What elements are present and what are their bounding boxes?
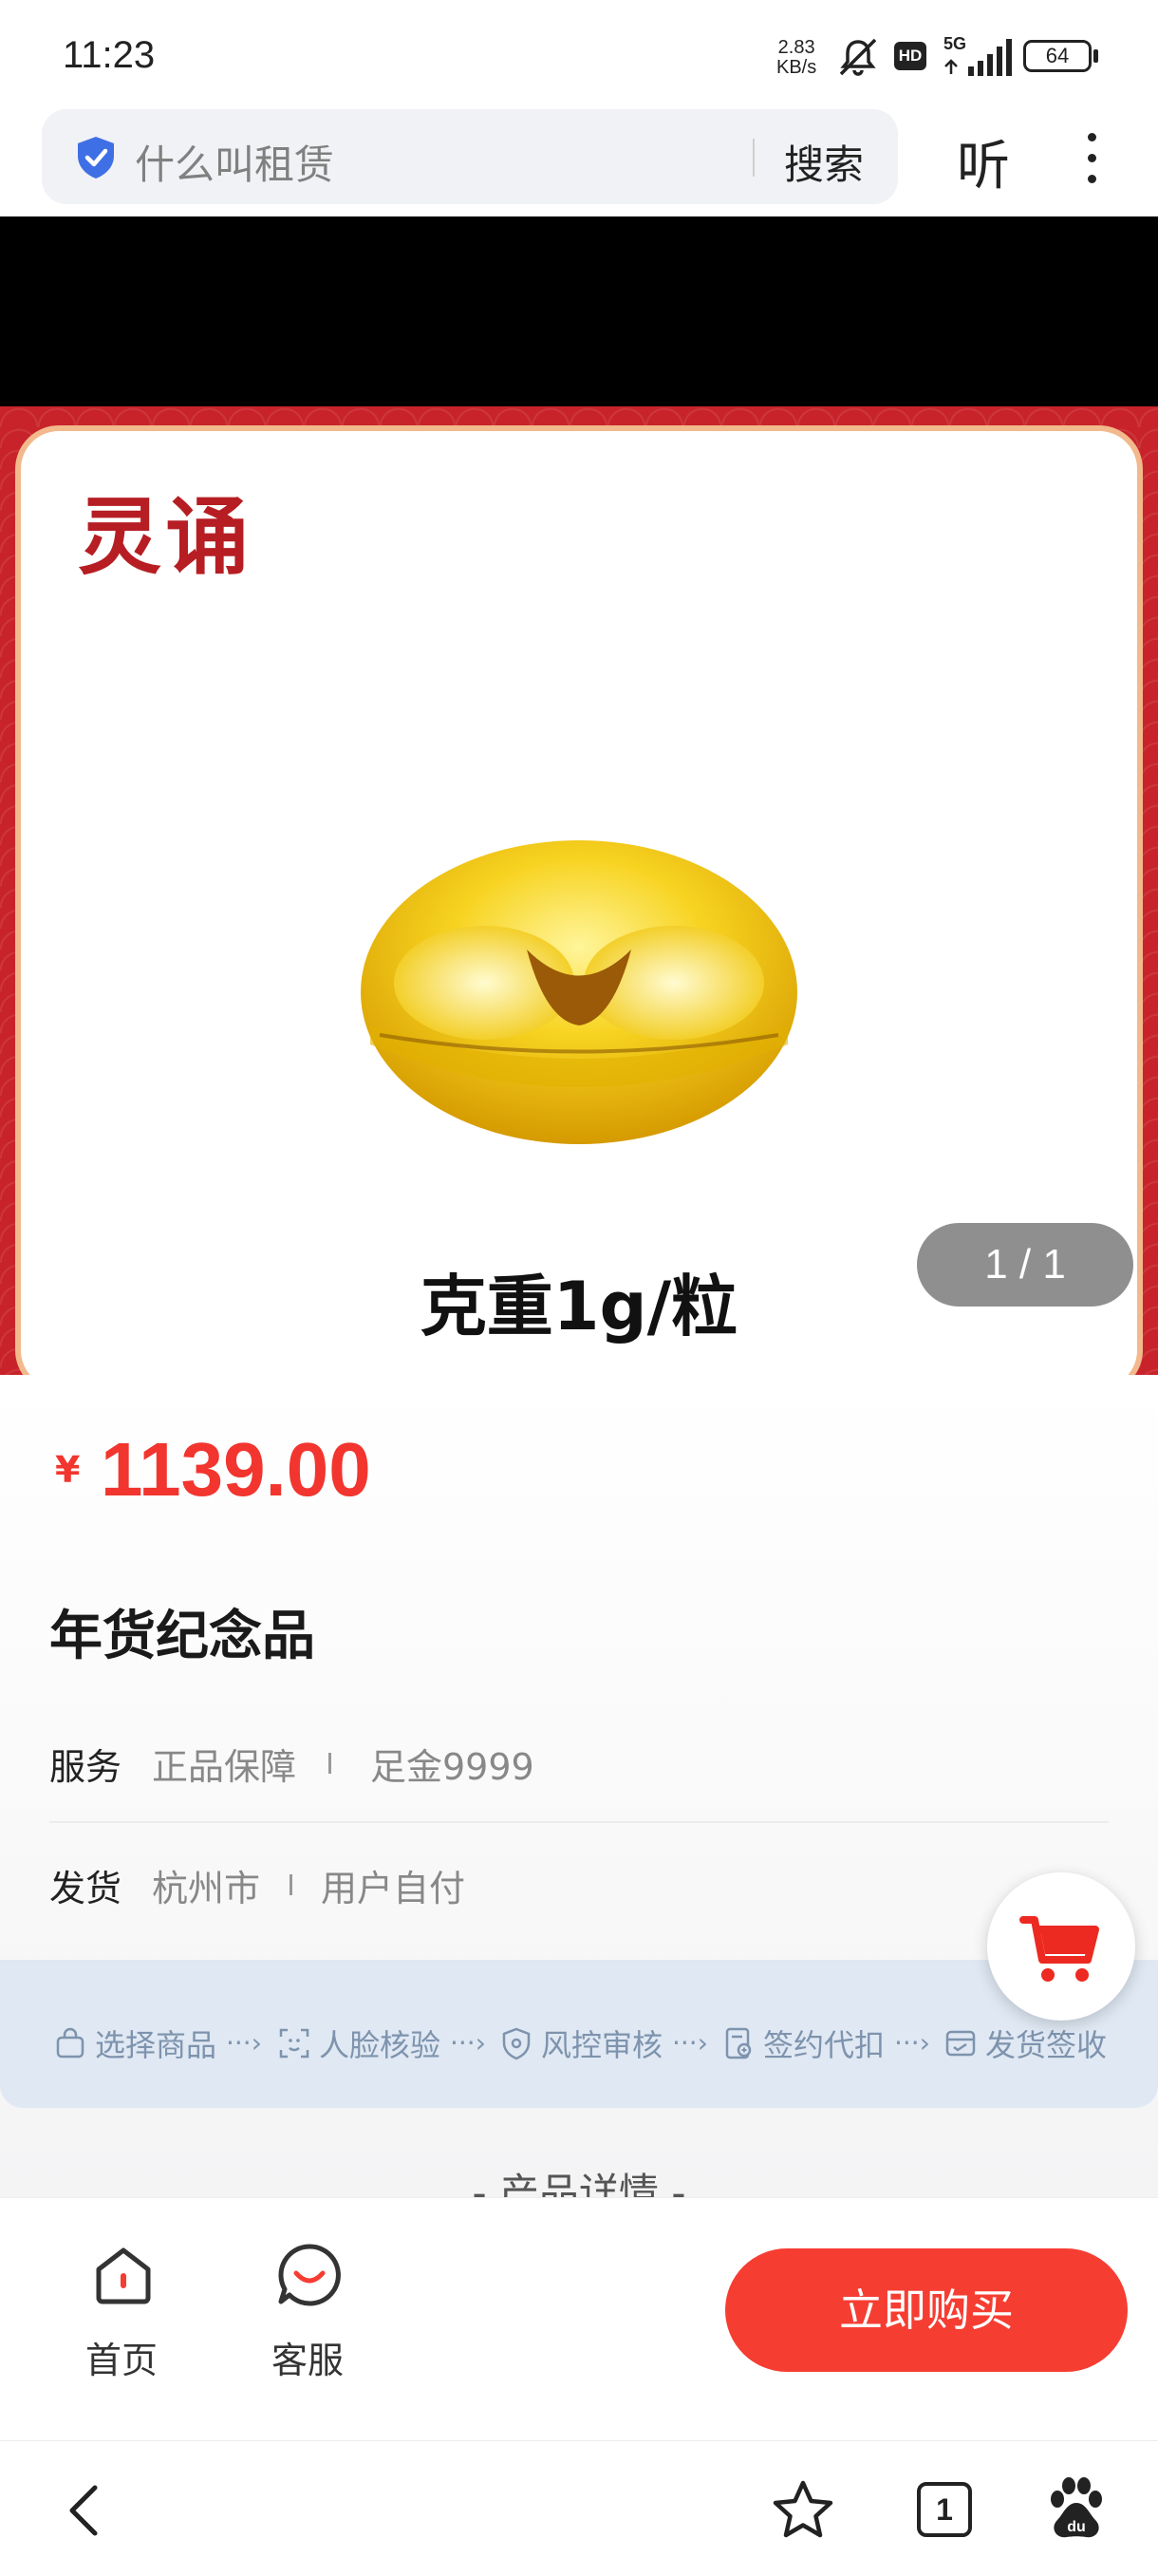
service-tag: 正品保障 [152, 1746, 297, 1788]
customer-service-icon[interactable] [275, 2241, 344, 2309]
search-divider [753, 139, 755, 177]
battery-indicator: 64 [1023, 40, 1092, 72]
process-step-label: 人脸核验 [319, 2027, 441, 2063]
search-input[interactable]: 什么叫租赁 [135, 133, 334, 191]
contract-icon [725, 2027, 752, 2059]
separator [328, 1753, 331, 1774]
step-arrow: ···› [226, 2027, 262, 2059]
search-button[interactable]: 搜索 [784, 133, 864, 191]
home-nav-label[interactable]: 首页 [85, 2331, 158, 2383]
signal-strength-icon [944, 39, 1012, 76]
shipping-fee: 用户自付 [321, 1868, 466, 1909]
step-arrow: ···› [450, 2027, 486, 2059]
listen-button[interactable]: 听 [957, 123, 1010, 200]
process-step-label: 选择商品 [95, 2027, 217, 2063]
browser-toolbar [0, 2440, 1158, 2576]
network-speed-value: 2.83 [777, 37, 815, 58]
gold-bean-image [361, 840, 797, 1144]
process-step-select: 选择商品 [53, 2022, 216, 2064]
process-step-label: 发货签收 [985, 2027, 1108, 2063]
shopping-cart-icon [1019, 1916, 1099, 1982]
step-arrow: ···› [672, 2027, 708, 2059]
product-price: 1139.00 [101, 1427, 371, 1512]
back-icon[interactable] [63, 2482, 108, 2539]
network-speed: 2.83 KB/s [776, 38, 816, 78]
svg-text:du: du [1067, 2519, 1086, 2535]
shipping-city: 杭州市 [152, 1868, 261, 1909]
shield-check-icon [502, 2027, 531, 2060]
shield-icon [78, 137, 114, 179]
separator [290, 1874, 292, 1895]
process-step-deliver: 发货签收 [943, 2022, 1107, 2064]
process-step-label: 签约代扣 [763, 2027, 886, 2063]
status-time: 11:23 [63, 34, 156, 76]
divider [49, 1821, 1109, 1823]
process-step-face: 人脸核验 [277, 2022, 440, 2064]
service-tag: 足金9999 [370, 1746, 534, 1788]
brand-logo: 灵诵 [78, 487, 253, 586]
image-counter: 1 / 1 [917, 1223, 1133, 1307]
mute-icon [839, 38, 877, 76]
currency-symbol: ¥ [55, 1449, 81, 1491]
customer-service-nav-label[interactable]: 客服 [271, 2331, 344, 2383]
process-step-sign: 签约代扣 [721, 2022, 885, 2064]
network-speed-unit: KB/s [776, 57, 817, 78]
baidu-paw-icon[interactable]: du [1044, 2476, 1109, 2543]
service-label: 服务 [49, 1746, 122, 1788]
process-step-risk: 风控审核 [499, 2022, 663, 2064]
buy-now-button[interactable]: 立即购买 [725, 2248, 1128, 2372]
shipping-label: 发货 [49, 1868, 122, 1909]
product-title: 年货纪念品 [49, 1606, 315, 1667]
more-menu-button[interactable] [1073, 129, 1111, 188]
process-step-label: 风控审核 [541, 2027, 663, 2063]
step-arrow: ···› [894, 2027, 930, 2059]
face-scan-icon [279, 2028, 309, 2059]
tabs-count-button[interactable]: 1 [917, 2482, 972, 2537]
hd-badge: HD [894, 42, 926, 70]
home-icon[interactable] [89, 2241, 158, 2309]
bag-icon [56, 2027, 84, 2059]
delivery-icon [945, 2030, 976, 2057]
battery-tip [1093, 49, 1098, 63]
video-banner [0, 216, 1158, 406]
star-bookmark-icon[interactable] [771, 2478, 835, 2543]
